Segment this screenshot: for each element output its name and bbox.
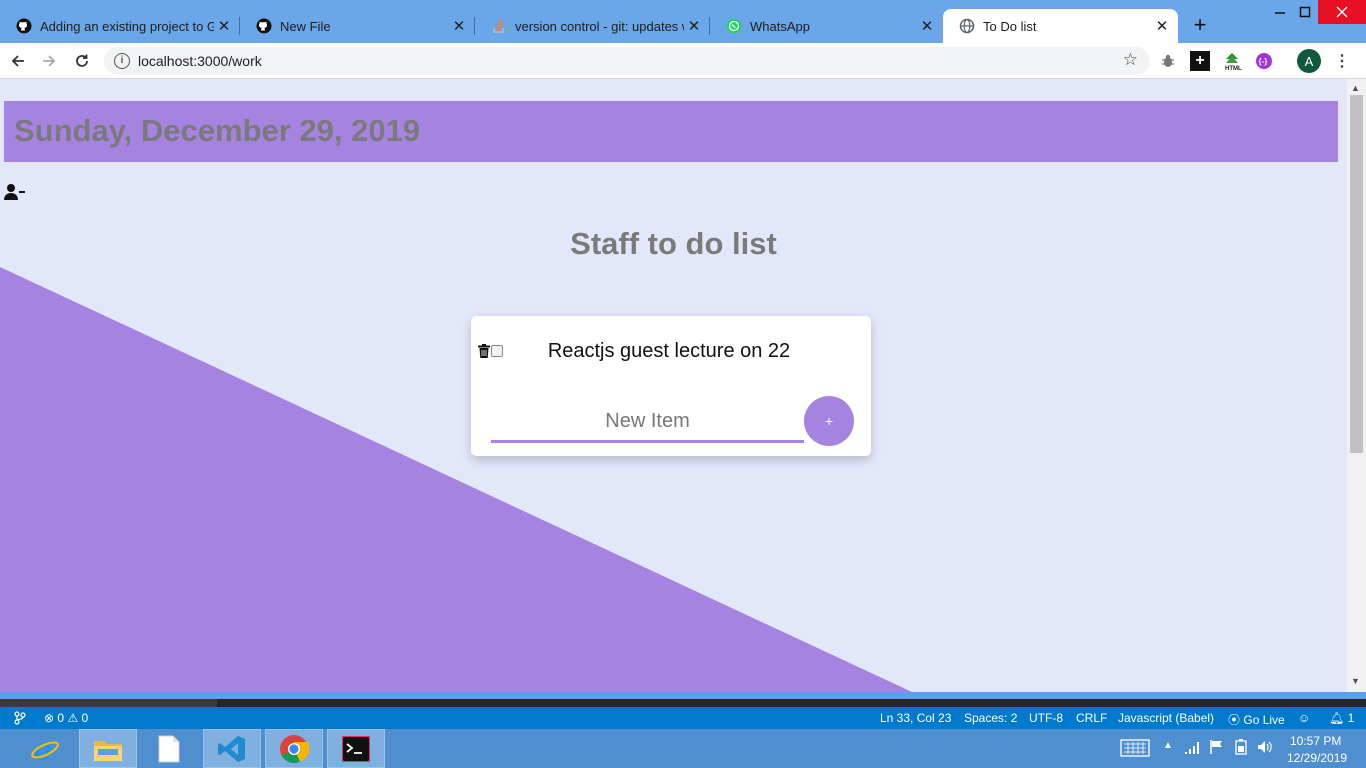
new-item-input[interactable] [491,403,804,443]
line-ending-setting[interactable]: CRLF [1076,711,1107,725]
notifications-indicator[interactable]: 🔔︎ 1 [1329,711,1354,725]
tab-title: version control - git: updates we [515,18,684,34]
indentation-setting[interactable]: Spaces: 2 [964,711,1017,725]
bug-extension-icon[interactable] [1158,51,1178,71]
globe-icon [959,18,975,34]
more-menu-icon[interactable]: ⋮ [1332,51,1352,71]
go-live-button[interactable]: ⦿ Go Live [1228,711,1285,728]
error-icon: ⊗ [44,711,55,725]
tab-adding-existing-project[interactable]: Adding an existing project to Gi ✕ [0,9,240,43]
tab-new-file[interactable]: New File ✕ [240,9,475,43]
vscode-status-bar: ⊗ 0 ⚠ 0 Ln 33, Col 23 Spaces: 2 UTF-8 CR… [0,707,1366,729]
editor-panel-strip [0,699,1366,707]
keyboard-icon[interactable] [1120,739,1150,760]
internet-explorer-icon[interactable]: e [16,729,74,768]
user-minus-icon[interactable] [4,183,26,206]
svg-text:HTML: HTML [1225,66,1242,71]
windows-taskbar: e ▲ 10:57 PM 12/29/2019 [0,729,1366,768]
chrome-icon[interactable] [265,729,323,768]
tab-title: New File [280,18,331,34]
date-header: Sunday, December 29, 2019 [4,101,1338,162]
tab-title: WhatsApp [750,18,810,34]
clock-time[interactable]: 10:57 PM [1290,734,1341,748]
tab-whatsapp[interactable]: WhatsApp ✕ [710,9,943,43]
close-tab-icon[interactable]: ✕ [684,16,704,36]
warning-count: 0 [81,711,89,725]
warning-icon: ⚠ [67,711,79,725]
broadcast-icon: ⦿ [1228,713,1241,727]
language-mode[interactable]: Javascript (Babel) [1118,711,1214,725]
page-scrollbar[interactable]: ▲ ▼ [1347,79,1366,692]
go-live-label: Go Live [1243,713,1285,727]
scrollbar-thumb[interactable] [1350,95,1363,453]
profile-avatar[interactable]: A [1297,49,1321,73]
list-title: Staff to do list [570,226,777,261]
forward-arrow-icon[interactable] [37,49,61,73]
panel-scroll-segment [0,699,217,707]
item-text: Reactjs guest lecture on 22 [547,340,791,362]
date-heading: Sunday, December 29, 2019 [14,113,421,148]
volume-icon[interactable] [1257,739,1273,758]
notepad-icon[interactable] [140,729,198,768]
reload-icon[interactable] [70,49,94,73]
close-tab-icon[interactable]: ✕ [1152,16,1172,36]
browser-tab-strip: Adding an existing project to Gi ✕ New F… [0,0,1366,43]
todo-page: Sunday, December 29, 2019 Staff to do li… [0,79,1347,692]
clock-date[interactable]: 12/29/2019 [1287,751,1347,765]
tab-version-control[interactable]: version control - git: updates we ✕ [475,9,710,43]
bell-icon: 🔔︎ [1329,711,1345,725]
close-tab-icon[interactable]: ✕ [917,16,937,36]
site-info-icon[interactable]: i [114,53,130,69]
tab-title: To Do list [983,18,1037,34]
show-hidden-icons-icon[interactable]: ▲ [1163,740,1173,751]
feedback-smiley-icon[interactable]: ☺ [1298,711,1310,725]
todo-card: Reactjs guest lecture on 22 + [471,316,871,456]
address-bar[interactable]: i localhost:3000/work ☆ [104,47,1150,75]
svg-text:{-}: {-} [1259,57,1268,66]
github-icon [256,18,272,34]
tab-to-do-list[interactable]: To Do list ✕ [943,9,1178,43]
notification-count: 1 [1347,711,1355,725]
plus-extension-icon[interactable]: + [1190,51,1210,71]
scroll-up-arrow-icon[interactable]: ▲ [1351,83,1360,93]
cursor-position[interactable]: Ln 33, Col 23 [880,711,951,725]
add-item-button[interactable]: + [804,396,854,446]
close-window-icon[interactable] [1318,0,1366,24]
problems-indicator[interactable]: ⊗ 0 ⚠ 0 [44,711,88,725]
new-tab-button[interactable]: + [1188,14,1212,38]
close-tab-icon[interactable]: ✕ [449,16,469,36]
vscode-icon[interactable] [203,729,261,768]
html-extension-icon[interactable]: HTML [1222,51,1242,71]
action-center-flag-icon[interactable] [1209,739,1225,758]
error-count: 0 [57,711,65,725]
back-arrow-icon[interactable] [6,49,30,73]
browser-toolbar: i localhost:3000/work ☆ + HTML {-} A ⋮ [0,43,1366,79]
bookmark-star-icon[interactable]: ☆ [1123,50,1138,70]
whatsapp-icon [726,18,742,34]
scroll-down-arrow-icon[interactable]: ▼ [1351,676,1360,686]
tab-title: Adding an existing project to Gi [40,18,214,34]
encoding-setting[interactable]: UTF-8 [1029,711,1063,725]
close-tab-icon[interactable]: ✕ [214,16,234,36]
url-text: localhost:3000/work [138,53,262,69]
source-control-icon[interactable] [14,711,26,728]
stackoverflow-icon [491,18,507,34]
github-icon [16,18,32,34]
file-explorer-icon[interactable] [79,729,137,768]
purple-extension-icon[interactable]: {-} [1254,51,1274,71]
terminal-icon[interactable] [327,729,385,768]
network-signal-icon[interactable] [1184,739,1200,758]
battery-icon[interactable] [1233,739,1249,758]
window-edge-strip [0,692,1366,699]
